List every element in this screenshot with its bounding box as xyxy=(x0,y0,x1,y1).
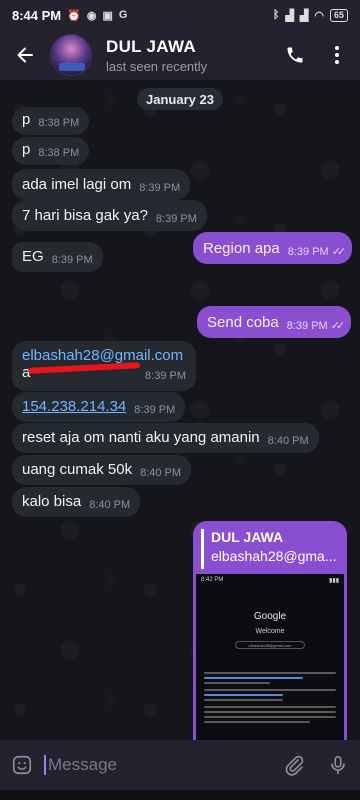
paperclip-icon xyxy=(285,755,304,776)
screenshot-image[interactable]: 8:42 PM ▮▮▮ Google Welcome elbashah28@gm… xyxy=(196,574,344,740)
message-out-media[interactable]: DUL JAWA elbashah28@gma... 8:42 PM ▮▮▮ G… xyxy=(193,521,347,740)
microphone-icon xyxy=(331,755,345,775)
message-text: uang cumak 50k xyxy=(22,461,133,478)
message-in[interactable]: reset aja om nanti aku yang amanin 8:40 … xyxy=(12,423,319,453)
message-text: p xyxy=(22,141,31,158)
wifi-icon: ◠ xyxy=(314,9,324,22)
double-check-icon: ✓✓ xyxy=(331,246,347,258)
date-separator: January 23 xyxy=(137,88,223,110)
call-button[interactable] xyxy=(282,42,308,68)
screenshot-body-text xyxy=(204,672,336,726)
google-icon: G xyxy=(118,9,128,21)
ip-link[interactable]: 154.238.214.34 xyxy=(22,398,126,415)
nfc-icon: ▣ xyxy=(102,9,113,22)
battery-level: 65 xyxy=(333,9,344,20)
record-icon: ◉ xyxy=(86,9,97,22)
sticker-icon xyxy=(12,755,32,775)
message-text: Region apa xyxy=(203,240,280,257)
more-options-button[interactable] xyxy=(324,42,350,68)
phone-icon xyxy=(287,47,303,63)
screenshot-email: elbashah28@gmail.com xyxy=(235,641,305,649)
message-composer xyxy=(0,740,360,790)
message-time: 8:38 PM xyxy=(38,147,80,159)
bluetooth-icon: ᛒ xyxy=(272,9,280,21)
chat-title-area[interactable]: DUL JAWA last seen recently xyxy=(106,37,207,74)
message-time: 8:39 PM xyxy=(134,404,176,416)
reply-text: elbashah28@gma... xyxy=(211,548,337,564)
emoji-button[interactable] xyxy=(0,740,44,790)
message-time: 8:40 PM xyxy=(267,435,309,447)
message-in[interactable]: 154.238.214.34 8:39 PM xyxy=(12,392,186,422)
message-in[interactable]: uang cumak 50k 8:40 PM xyxy=(12,455,192,485)
message-text: reset aja om nanti aku yang amanin xyxy=(22,429,260,446)
back-button[interactable] xyxy=(0,30,50,80)
message-in[interactable]: 7 hari bisa gak ya? 8:39 PM xyxy=(12,200,207,231)
email-link[interactable]: elbashah28@gmail.com xyxy=(22,347,183,364)
screenshot-time: 8:42 PM xyxy=(201,577,224,583)
message-out[interactable]: Send coba 8:39 PM ✓✓ xyxy=(197,306,352,338)
signal-2-icon: ▟ xyxy=(299,9,309,22)
message-time: 8:39 PM xyxy=(139,182,181,194)
system-navigation-bar xyxy=(0,790,360,800)
message-in[interactable]: ada imel lagi om 8:39 PM xyxy=(12,169,191,200)
message-input-wrap[interactable] xyxy=(44,740,272,790)
dot-icon xyxy=(335,46,339,50)
arrow-left-icon xyxy=(17,47,33,63)
contact-name: DUL JAWA xyxy=(106,36,196,56)
battery-icon: 65 xyxy=(329,8,348,22)
message-time: 8:39 PM xyxy=(155,213,197,225)
message-text: p xyxy=(22,111,31,128)
message-text: 7 hari bisa gak ya? xyxy=(22,207,148,224)
screenshot-welcome: Welcome xyxy=(255,628,285,635)
message-text: kalo bisa xyxy=(22,493,82,510)
reply-author: DUL JAWA xyxy=(211,529,284,545)
contact-status: last seen recently xyxy=(106,58,208,74)
message-in[interactable]: kalo bisa 8:40 PM xyxy=(12,487,141,517)
text-caret xyxy=(44,755,46,775)
message-text: ada imel lagi om xyxy=(22,176,132,193)
message-time: 8:39 PM xyxy=(51,254,93,266)
message-in[interactable]: p 8:38 PM xyxy=(12,137,90,165)
message-text: EG xyxy=(22,248,44,265)
message-time: 8:39 PM xyxy=(145,370,186,382)
message-time: 8:39 PM xyxy=(286,320,328,332)
dot-icon xyxy=(335,60,339,64)
screenshot-google-title: Google xyxy=(253,611,287,622)
message-time: 8:40 PM xyxy=(89,499,131,511)
reply-quote[interactable]: DUL JAWA elbashah28@gma... xyxy=(201,529,339,569)
double-check-icon: ✓✓ xyxy=(330,320,346,332)
screenshot-status-icons: ▮▮▮ xyxy=(329,578,339,584)
clock: 8:44 PM xyxy=(12,7,62,23)
message-in[interactable]: EG 8:39 PM xyxy=(12,242,103,272)
message-text: Send coba xyxy=(207,314,279,331)
alarm-icon: ⏰ xyxy=(67,9,81,22)
message-time: 8:39 PM xyxy=(287,246,329,258)
screenshot-status-bar: 8:42 PM ▮▮▮ xyxy=(196,574,344,587)
voice-message-button[interactable] xyxy=(316,740,360,790)
message-time: 8:40 PM xyxy=(140,467,182,479)
dot-icon xyxy=(335,53,339,57)
message-time: 8:38 PM xyxy=(38,117,80,129)
message-out[interactable]: Region apa 8:39 PM ✓✓ xyxy=(193,232,353,264)
message-in[interactable]: p 8:38 PM xyxy=(12,107,90,135)
message-input[interactable] xyxy=(48,755,258,775)
signal-icon: ▟ xyxy=(285,9,294,22)
chat-header: DUL JAWA last seen recently xyxy=(0,30,360,80)
attach-button[interactable] xyxy=(272,740,316,790)
status-bar: 8:44 PM ⏰ ◉ ▣ G ᛒ ▟ ▟ ◠ 65 xyxy=(0,0,360,30)
avatar[interactable] xyxy=(50,34,92,76)
